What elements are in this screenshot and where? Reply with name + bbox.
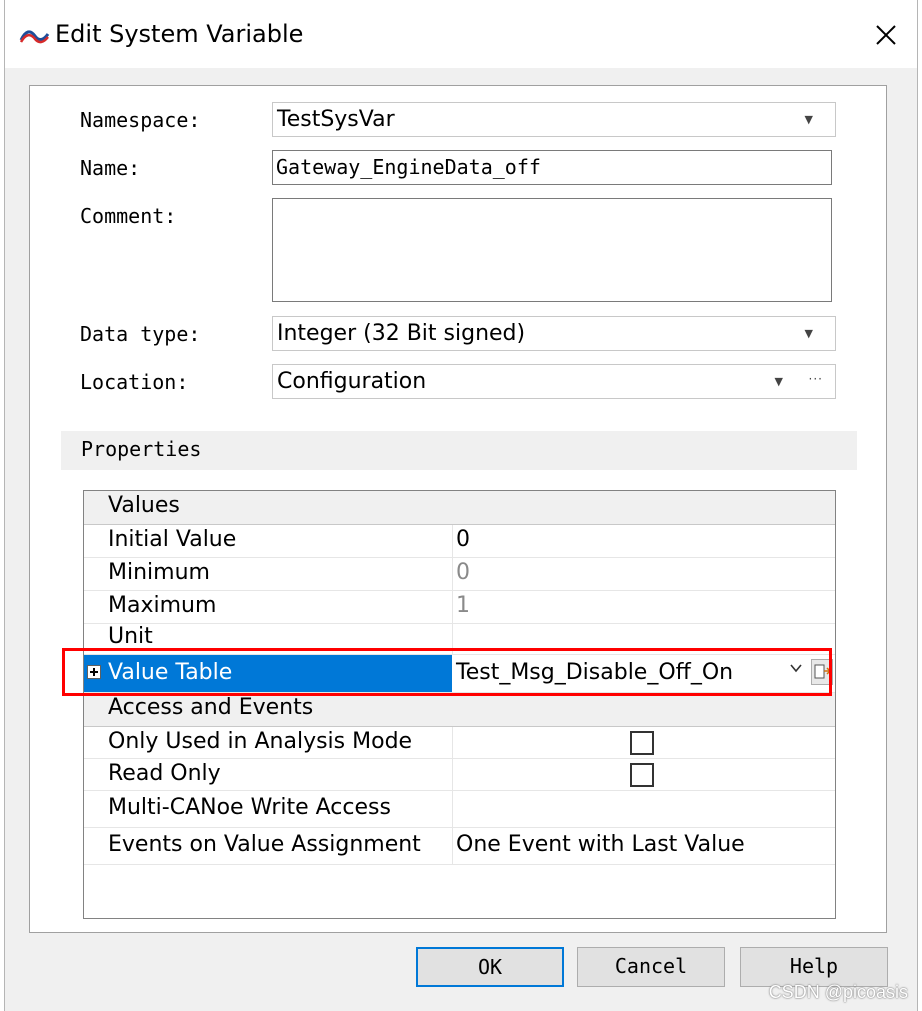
property-name: Unit (108, 624, 153, 649)
expand-plus-icon[interactable] (87, 665, 101, 679)
category-values[interactable]: Values (84, 491, 835, 525)
property-row-analysis-mode[interactable]: Only Used in Analysis Mode (84, 727, 835, 759)
location-value: Configuration (277, 369, 427, 394)
general-panel: Namespace: TestSysVar ▼ Name: Gateway_En… (29, 85, 887, 933)
ok-button[interactable]: OK (416, 947, 564, 987)
column-divider (452, 624, 453, 654)
datatype-combo[interactable]: Integer (32 Bit signed) ▼ (272, 316, 836, 351)
canoe-app-icon (19, 30, 50, 44)
property-row-initial-value[interactable]: Initial Value 0 (84, 525, 835, 558)
watermark: CSDN @picoasis (768, 982, 908, 1002)
location-combo[interactable]: Configuration ▼ ··· (272, 364, 836, 399)
close-icon[interactable] (869, 18, 903, 52)
chevron-down-icon: ▼ (804, 113, 813, 126)
column-divider (452, 558, 453, 590)
dialog-title: Edit System Variable (55, 20, 304, 48)
edit-system-variable-dialog: Edit System Variable Namespace: TestSysV… (4, 0, 918, 1011)
table-edit-icon (814, 664, 832, 679)
namespace-value: TestSysVar (277, 107, 395, 132)
property-name: Value Table (108, 660, 233, 685)
property-grid: Values Initial Value 0 Minimum 0 Maximum… (83, 490, 836, 919)
property-value[interactable]: Test_Msg_Disable_Off_On (456, 660, 733, 685)
chevron-down-icon: ▼ (804, 327, 813, 340)
property-value[interactable]: One Event with Last Value (456, 832, 745, 857)
property-name: Minimum (108, 560, 210, 585)
comment-label: Comment: (80, 204, 177, 228)
category-label: Values (108, 493, 180, 518)
dialog-client-area: Namespace: TestSysVar ▼ Name: Gateway_En… (5, 68, 917, 1011)
location-label: Location: (80, 370, 189, 394)
ellipsis-icon[interactable]: ··· (809, 363, 823, 396)
datatype-label: Data type: (80, 322, 201, 346)
property-row-read-only[interactable]: Read Only (84, 759, 835, 791)
comment-field[interactable] (272, 198, 832, 302)
property-value[interactable]: 1 (456, 593, 470, 618)
category-label: Access and Events (108, 695, 314, 720)
property-name: Only Used in Analysis Mode (108, 729, 413, 754)
properties-section-header: Properties (61, 431, 857, 470)
property-row-maximum[interactable]: Maximum 1 (84, 591, 835, 624)
column-divider (452, 828, 453, 864)
chevron-down-icon[interactable] (789, 661, 803, 675)
datatype-value: Integer (32 Bit signed) (277, 321, 526, 346)
selected-row-highlight: Value Table (84, 655, 452, 692)
category-access-events[interactable]: Access and Events (84, 693, 835, 727)
column-divider (452, 759, 453, 790)
help-button[interactable]: Help (740, 947, 888, 987)
property-row-unit[interactable]: Unit (84, 624, 835, 655)
read-only-checkbox[interactable] (630, 763, 654, 787)
property-row-multi-canoe[interactable]: Multi-CANoe Write Access (84, 791, 835, 828)
column-divider (452, 727, 453, 758)
edit-value-table-button[interactable] (811, 659, 833, 685)
property-row-value-table[interactable]: Value Table Test_Msg_Disable_Off_On (84, 655, 835, 693)
column-divider (452, 791, 453, 827)
name-label: Name: (80, 156, 141, 180)
property-name: Multi-CANoe Write Access (108, 795, 391, 820)
property-value[interactable]: 0 (456, 560, 470, 585)
title-bar: Edit System Variable (5, 0, 917, 68)
namespace-label: Namespace: (80, 108, 201, 132)
chevron-down-icon: ▼ (774, 375, 783, 388)
property-name: Events on Value Assignment (108, 832, 421, 857)
property-name: Maximum (108, 593, 217, 618)
property-row-minimum[interactable]: Minimum 0 (84, 558, 835, 591)
analysis-mode-checkbox[interactable] (630, 731, 654, 755)
namespace-combo[interactable]: TestSysVar ▼ (272, 102, 836, 137)
cancel-button[interactable]: Cancel (577, 947, 725, 987)
property-row-events-assignment[interactable]: Events on Value Assignment One Event wit… (84, 828, 835, 865)
property-value[interactable]: 0 (456, 527, 470, 552)
name-field[interactable]: Gateway_EngineData_off (272, 150, 832, 185)
property-name: Read Only (108, 761, 221, 786)
properties-label: Properties (81, 437, 202, 461)
column-divider (452, 591, 453, 623)
column-divider (452, 525, 453, 557)
property-name: Initial Value (108, 527, 237, 552)
